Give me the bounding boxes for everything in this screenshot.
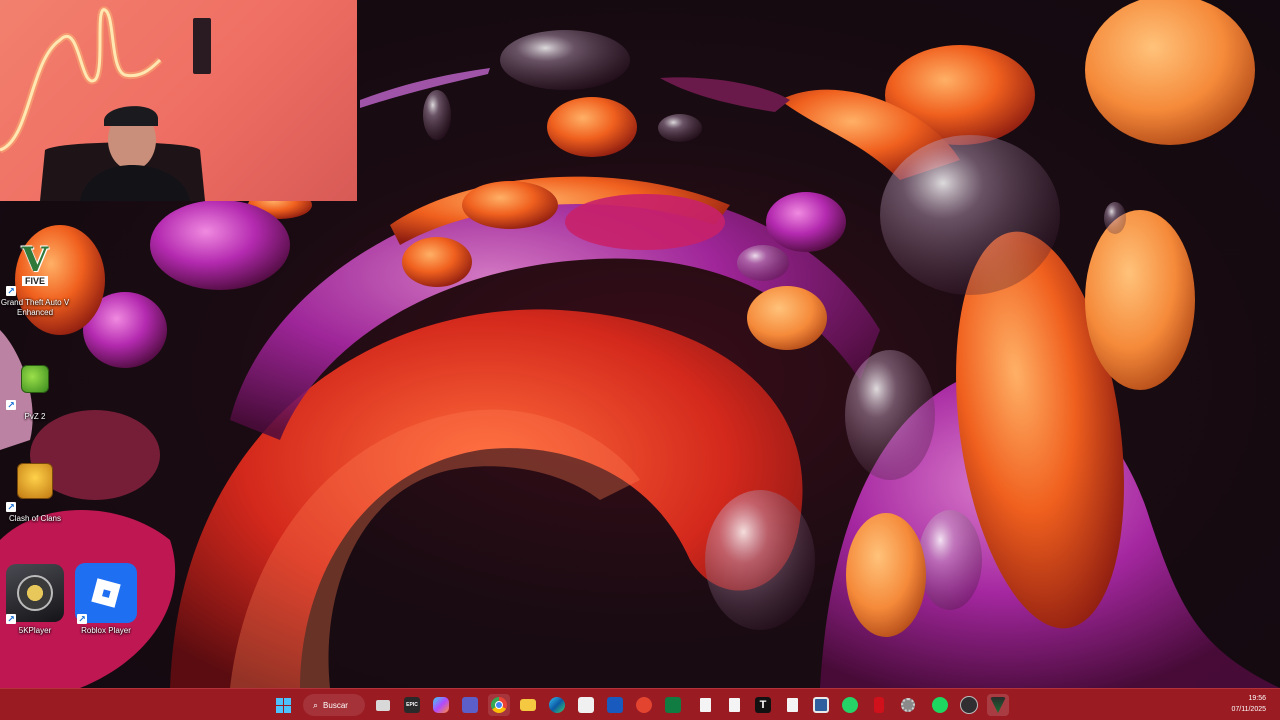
tiktok-icon: T [755,697,771,713]
taskbar-shield-app[interactable] [987,694,1009,716]
desktop: V FIVE ↗ Grand Theft Auto V Enhanced ↗ P… [0,0,1280,688]
taskbar-edge[interactable] [546,694,568,716]
desktop-icon-clash-of-clans[interactable]: ↗ Clash of Clans [0,450,70,524]
start-button[interactable] [272,694,294,716]
clash-of-clans-icon: ↗ [4,450,66,512]
desktop-icon-gta-v[interactable]: V FIVE ↗ Grand Theft Auto V Enhanced [0,234,70,318]
taskbar-task-view[interactable] [372,694,394,716]
chrome-icon [491,697,507,713]
desktop-icon-label: Roblox Player [81,626,131,635]
taskbar-microsoft-store[interactable] [575,694,597,716]
taskbar-obs[interactable] [958,694,980,716]
taskbar-app[interactable] [810,694,832,716]
pvz2-icon: ↗ [4,348,66,410]
desktop-icon-label: Grand Theft Auto V Enhanced [0,298,70,317]
gta-logo-word: FIVE [21,276,48,286]
obs-icon [960,696,978,714]
roblox-icon: ↗ [75,562,137,624]
shortcut-arrow-icon: ↗ [6,502,16,512]
5kplayer-icon: ↗ [4,562,66,624]
taskbar-office[interactable] [633,694,655,716]
document-icon [786,698,798,712]
webcam-scene [0,6,211,201]
taskbar-red-app[interactable] [868,694,890,716]
taskbar-document-3[interactable] [781,694,803,716]
epic-games-icon: EPIC [404,697,420,713]
taskbar-excel[interactable] [662,694,684,716]
taskbar-word[interactable] [604,694,626,716]
desktop-icon-roblox[interactable]: ↗ Roblox Player [71,562,141,636]
excel-icon [665,697,681,713]
search-box[interactable]: ⌕ Buscar [303,694,365,716]
desktop-icon-label: PvZ 2 [24,412,46,421]
red-app-icon [874,697,884,713]
gta-v-icon: V FIVE ↗ [4,234,66,296]
task-view-icon [376,699,390,711]
shortcut-arrow-icon: ↗ [77,614,87,624]
taskbar-epic-games[interactable]: EPIC [401,694,423,716]
clock-date: 07/11/2025 [1231,706,1266,713]
edge-icon [549,697,565,713]
teams-icon [462,697,478,713]
taskbar-file-explorer[interactable] [517,694,539,716]
word-icon [607,697,623,713]
file-explorer-icon [520,699,536,711]
taskbar-teams[interactable] [459,694,481,716]
taskbar: ⌕ Buscar EPIC T 19:56 07/11/2025 [0,688,1280,720]
system-clock[interactable]: 19:56 07/11/2025 [1231,693,1266,715]
desktop-icon-label: Clash of Clans [8,514,62,523]
document-icon [699,698,711,712]
clock-time: 19:56 [1248,695,1266,702]
gta-logo-numeral: V [21,240,49,280]
shortcut-arrow-icon: ↗ [6,286,16,296]
search-icon: ⌕ [313,699,319,710]
spotify-icon [932,697,948,713]
webcam-overlay [0,0,357,201]
taskbar-spotify[interactable] [929,694,951,716]
taskbar-copilot[interactable] [430,694,452,716]
taskbar-document-1[interactable] [694,694,716,716]
copilot-icon [433,697,449,713]
shield-app-icon [990,697,1006,713]
taskbar-tiktok[interactable]: T [752,694,774,716]
desktop-icon-pvz2[interactable]: ↗ PvZ 2 [0,348,70,422]
taskbar-chrome[interactable] [488,694,510,716]
taskbar-settings[interactable] [897,694,919,716]
desktop-icon-label: 5KPlayer [18,626,52,635]
microsoft-store-icon [578,697,594,713]
document-icon [728,698,740,712]
whatsapp-icon [842,697,858,713]
windows-logo-icon [275,697,291,713]
desktop-icon-5kplayer[interactable]: ↗ 5KPlayer [0,562,70,636]
settings-icon [901,698,915,712]
shortcut-arrow-icon: ↗ [6,400,16,410]
office-icon [636,697,652,713]
app-icon [813,697,829,713]
taskbar-whatsapp[interactable] [839,694,861,716]
search-label: Buscar [323,700,348,710]
shortcut-arrow-icon: ↗ [6,614,16,624]
taskbar-document-2[interactable] [723,694,745,716]
